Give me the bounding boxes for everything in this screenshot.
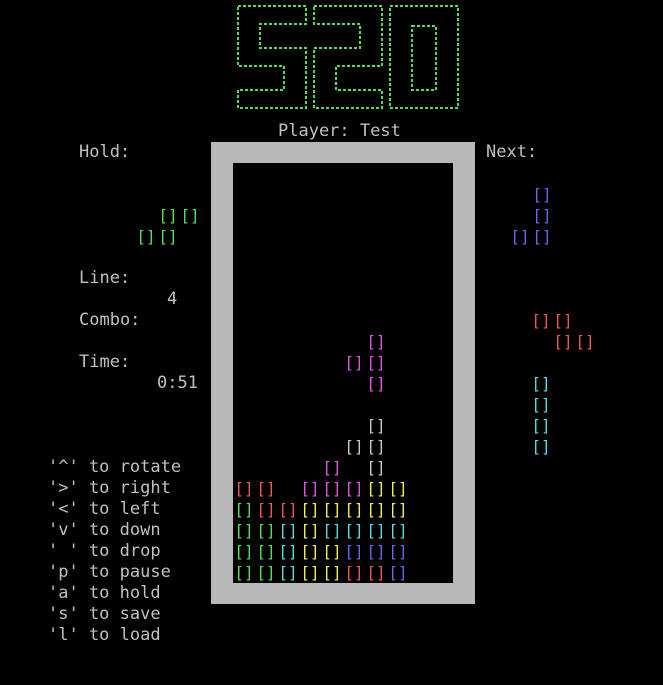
board-block: [] xyxy=(234,563,254,582)
board-block: [] xyxy=(300,521,320,540)
board-block: [] xyxy=(234,542,254,561)
next-block: [] xyxy=(553,311,573,330)
control-load: 'l' to load xyxy=(48,625,161,645)
control-drop: ' ' to drop xyxy=(48,541,161,561)
hold-label: Hold: xyxy=(79,142,131,162)
board-block: [] xyxy=(234,479,254,498)
hold-block: [] xyxy=(136,227,156,246)
time-label: Time: xyxy=(79,352,131,372)
next-block: [] xyxy=(532,206,552,225)
board-block: [] xyxy=(322,563,342,582)
board-block: [] xyxy=(366,542,386,561)
board-block: [] xyxy=(388,521,408,540)
next-block: [] xyxy=(575,332,595,351)
board-block: [] xyxy=(234,521,254,540)
next-block: [] xyxy=(532,185,552,204)
board-block: [] xyxy=(344,437,364,456)
board-block: [] xyxy=(388,542,408,561)
board-block: [] xyxy=(366,416,386,435)
board-block: [] xyxy=(366,500,386,519)
board-block: [] xyxy=(388,563,408,582)
board-block: [] xyxy=(300,500,320,519)
board-block: [] xyxy=(366,563,386,582)
board-block: [] xyxy=(278,500,298,519)
board-block: [] xyxy=(256,479,276,498)
board-block: [] xyxy=(322,542,342,561)
control-pause: 'p' to pause xyxy=(48,562,171,582)
board-block: [] xyxy=(344,353,364,372)
board-block: [] xyxy=(344,500,364,519)
player-label: Player: Test xyxy=(278,121,401,141)
board-block: [] xyxy=(256,542,276,561)
next-block: [] xyxy=(531,311,551,330)
control-left: '<' to left xyxy=(48,499,161,519)
hold-piece: [][][][] xyxy=(135,205,201,247)
time-value: 0:51 xyxy=(157,373,198,393)
board-block: [] xyxy=(234,500,254,519)
board-block: [] xyxy=(366,332,386,351)
hold-block: [] xyxy=(158,227,178,246)
hold-block: [] xyxy=(158,206,178,225)
board-block: [] xyxy=(344,563,364,582)
board-block: [] xyxy=(388,500,408,519)
board-block: [] xyxy=(344,521,364,540)
next-block: [] xyxy=(531,374,551,393)
board-block: [] xyxy=(256,521,276,540)
board-block: [] xyxy=(322,521,342,540)
game-board: [][][][][][][][][][][][][][][][][][][][]… xyxy=(233,163,453,583)
board-block: [] xyxy=(322,479,342,498)
board-block: [] xyxy=(366,521,386,540)
next-label: Next: xyxy=(486,142,538,162)
hold-block: [] xyxy=(180,206,200,225)
control-down: 'v' to down xyxy=(48,520,161,540)
control-right: '>' to right xyxy=(48,478,171,498)
board-block: [] xyxy=(366,353,386,372)
board-block: [] xyxy=(366,374,386,393)
next-block: [] xyxy=(531,416,551,435)
board-block: [] xyxy=(366,437,386,456)
board-block: [] xyxy=(388,479,408,498)
next-piece-3: [] [] [] [] xyxy=(530,373,552,457)
board-block: [] xyxy=(344,479,364,498)
control-rotate: '^' to rotate xyxy=(48,457,182,477)
board-block: [] xyxy=(366,458,386,477)
board-block: [] xyxy=(278,563,298,582)
board-block: [] xyxy=(300,563,320,582)
board-block: [] xyxy=(322,500,342,519)
board-block: [] xyxy=(322,458,342,477)
board-block: [] xyxy=(256,563,276,582)
next-block: [] xyxy=(553,332,573,351)
next-piece-2: [][][][] xyxy=(530,310,596,352)
next-block: [] xyxy=(531,437,551,456)
board-block: [] xyxy=(366,479,386,498)
board-block: [] xyxy=(344,542,364,561)
board-frame: [][][][][][][][][][][][][][][][][][][][]… xyxy=(211,142,475,604)
next-block: [] xyxy=(532,227,552,246)
next-block: [] xyxy=(531,395,551,414)
control-hold: 'a' to hold xyxy=(48,583,161,603)
line-label: Line: xyxy=(79,268,131,288)
game-logo: 520 xyxy=(237,5,459,109)
board-block: [] xyxy=(278,521,298,540)
control-save: 's' to save xyxy=(48,604,161,624)
board-block: [] xyxy=(256,500,276,519)
board-block: [] xyxy=(300,542,320,561)
next-block: [] xyxy=(510,227,530,246)
board-block: [] xyxy=(278,542,298,561)
line-value: 4 xyxy=(167,289,178,309)
board-block: [] xyxy=(300,479,320,498)
next-piece-1: [][][][] xyxy=(509,184,575,247)
combo-label: Combo: xyxy=(79,310,141,330)
